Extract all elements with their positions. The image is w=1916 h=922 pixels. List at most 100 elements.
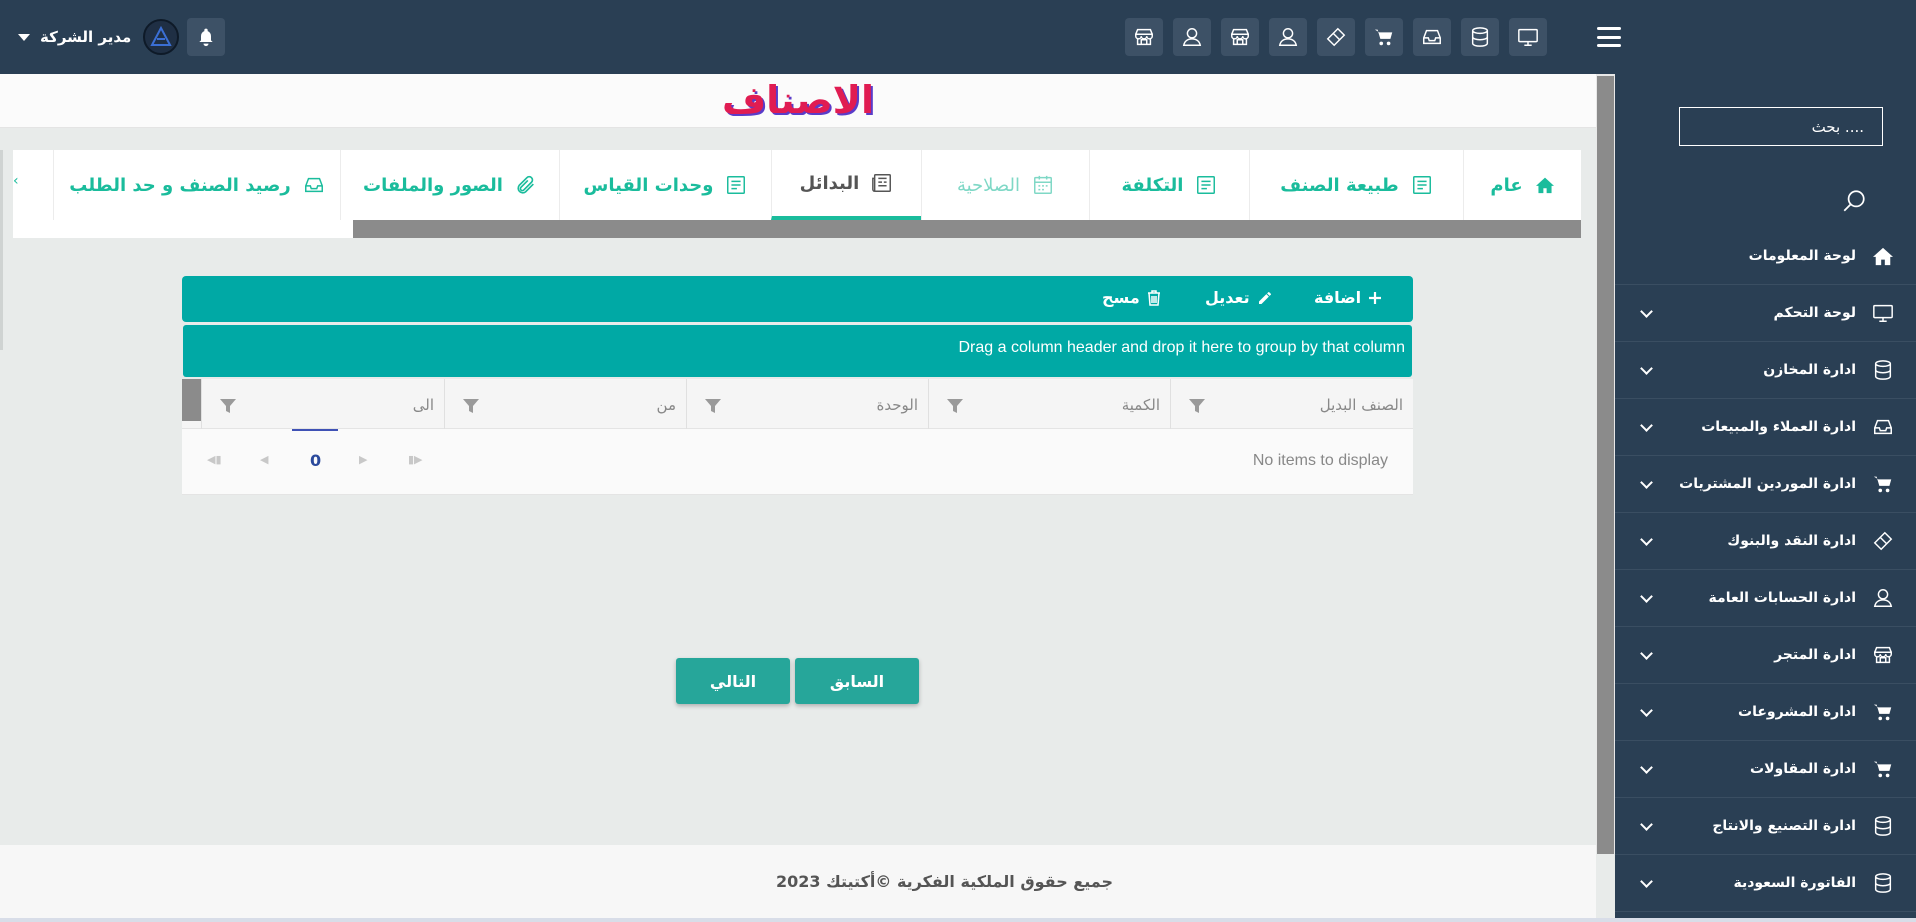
quick-user-button[interactable] [1173, 18, 1211, 56]
tab-strip: ‹ عام طبيعة الصنف التكلفة الصلاحية البدا… [13, 150, 1581, 220]
sidebar-item-cash-banks[interactable]: ادارة النقد والبنوك [1615, 513, 1916, 570]
column-header-from[interactable]: من [444, 379, 686, 429]
chevron-left-icon[interactable]: ‹ [13, 173, 19, 189]
quick-user-button[interactable] [1269, 18, 1307, 56]
add-label: اضافة [1314, 288, 1362, 307]
user-icon [1873, 589, 1893, 607]
user-icon [1182, 28, 1202, 46]
home-icon [1873, 247, 1893, 266]
user-name[interactable]: مدير الشركة [40, 28, 131, 46]
store-icon [1135, 28, 1153, 46]
sidebar-item-label: ادارة العملاء والمبيعات [1701, 419, 1856, 435]
document-icon [727, 176, 746, 194]
avatar[interactable] [143, 19, 180, 55]
sidebar-item-manufacturing[interactable]: ادارة التصنيع والانتاج [1615, 798, 1916, 855]
column-header-alternative-item[interactable]: الصنف البديل [1170, 379, 1413, 429]
edit-button[interactable]: تعديل [1205, 288, 1273, 307]
tab-expiry[interactable]: الصلاحية [921, 150, 1089, 220]
sidebar-item-label: ادارة الحسابات العامة [1708, 590, 1856, 606]
quick-store-button[interactable] [1221, 18, 1259, 56]
sidebar-menu: لوحة المعلومات لوحة التحكم ادارة المخازن… [1615, 228, 1916, 912]
top-navbar: مدير الشركة [0, 0, 1916, 74]
plus-icon [1369, 291, 1382, 304]
sidebar-item-customers-sales[interactable]: ادارة العملاء والمبيعات [1615, 399, 1916, 456]
cart-icon [1873, 476, 1892, 493]
quick-ticket-button[interactable] [1317, 18, 1355, 56]
filter-icon[interactable] [463, 398, 479, 417]
tab-cost[interactable]: التكلفة [1089, 150, 1249, 220]
filter-icon[interactable] [947, 398, 963, 417]
user-icon [1278, 28, 1298, 46]
quick-cart-button[interactable] [1365, 18, 1403, 56]
add-button[interactable]: اضافة [1314, 288, 1382, 307]
quick-monitor-button[interactable] [1509, 18, 1547, 56]
previous-button[interactable]: السابق [795, 658, 919, 704]
next-button[interactable]: التالي [676, 658, 790, 704]
column-header-unit[interactable]: الوحدة [686, 379, 928, 429]
column-label: الصنف البديل [1319, 396, 1403, 414]
grid-body: ◀▮ ◀ 0 ▶ ▮▶ No items to display [182, 429, 1413, 495]
column-label: الى [412, 396, 434, 414]
tab-label: رصيد الصنف و حد الطلب [69, 174, 291, 196]
home-icon [1535, 177, 1554, 194]
column-header-to[interactable]: الى [201, 379, 444, 429]
sidebar: لوحة المعلومات لوحة التحكم ادارة المخازن… [1615, 74, 1916, 922]
filter-icon[interactable] [1189, 398, 1205, 417]
caret-down-icon[interactable] [18, 33, 30, 41]
tab-item-nature[interactable]: طبيعة الصنف [1249, 150, 1463, 220]
group-by-panel[interactable]: Drag a column header and drop it here to… [183, 325, 1412, 377]
sidebar-item-label: لوحة التحكم [1773, 305, 1856, 321]
last-page-icon[interactable]: ▮▶ [408, 453, 423, 466]
cart-icon [1873, 704, 1892, 721]
sidebar-item-dashboard[interactable]: لوحة المعلومات [1615, 228, 1916, 285]
sidebar-item-label: ادارة التصنيع والانتاج [1712, 818, 1856, 834]
quick-inbox-button[interactable] [1413, 18, 1451, 56]
sidebar-item-suppliers-purchases[interactable]: ادارة الموردين المشتريات [1615, 456, 1916, 513]
sidebar-item-contracting[interactable]: ادارة المقاولات [1615, 741, 1916, 798]
sidebar-item-store[interactable]: ادارة المتجر [1615, 627, 1916, 684]
quick-store-button[interactable] [1125, 18, 1163, 56]
sidebar-item-label: ادارة المقاولات [1750, 761, 1856, 777]
notifications-button[interactable] [187, 18, 226, 56]
sidebar-item-label: ادارة المتجر [1774, 647, 1856, 663]
sidebar-search-input[interactable] [1679, 107, 1883, 146]
user-menu[interactable]: مدير الشركة [18, 17, 226, 57]
cart-icon [1873, 761, 1892, 778]
tab-stock-reorder[interactable]: رصيد الصنف و حد الطلب [53, 150, 340, 220]
tab-units[interactable]: وحدات القياس [559, 150, 771, 220]
next-page-icon[interactable]: ▶ [359, 453, 367, 466]
column-header-quantity[interactable]: الكمية [928, 379, 1170, 429]
tab-label: عام [1490, 174, 1523, 196]
sidebar-item-general-accounts[interactable]: ادارة الحسابات العامة [1615, 570, 1916, 627]
quick-database-button[interactable] [1461, 18, 1499, 56]
tab-images-files[interactable]: الصور والملفات [340, 150, 559, 220]
sidebar-item-label: ادارة المشروعات [1738, 704, 1856, 720]
sidebar-item-control-panel[interactable]: لوحة التحكم [1615, 285, 1916, 342]
sidebar-item-projects[interactable]: ادارة المشروعات [1615, 684, 1916, 741]
prev-page-icon[interactable]: ◀ [260, 453, 268, 466]
scrollbar-thumb[interactable] [353, 220, 1581, 238]
first-page-icon[interactable]: ◀▮ [207, 453, 222, 466]
sidebar-item-warehouses[interactable]: ادارة المخازن [1615, 342, 1916, 399]
vertical-scrollbar[interactable] [1596, 74, 1615, 854]
quick-links [1125, 18, 1547, 56]
search-icon[interactable] [1841, 188, 1867, 218]
delete-button[interactable]: مسح [1102, 288, 1161, 307]
newspaper-icon [872, 174, 892, 192]
filter-icon[interactable] [220, 398, 236, 417]
document-icon [1412, 176, 1431, 194]
column-label: من [656, 396, 676, 414]
tabs-horizontal-scrollbar[interactable] [13, 220, 1581, 238]
filter-icon[interactable] [705, 398, 721, 417]
page-title: الاصناف [722, 78, 874, 122]
trash-icon [1147, 289, 1160, 306]
pager-current-page[interactable]: 0 [310, 451, 321, 470]
pager-indicator [292, 429, 338, 431]
grid-header-handle[interactable] [182, 379, 201, 421]
menu-toggle-button[interactable] [1597, 27, 1621, 47]
tab-alternatives[interactable]: البدائل [771, 150, 921, 220]
delete-label: مسح [1102, 288, 1140, 307]
tab-general[interactable]: عام [1463, 150, 1581, 220]
scrollbar-thumb[interactable] [1597, 76, 1614, 854]
paperclip-icon [517, 175, 534, 194]
